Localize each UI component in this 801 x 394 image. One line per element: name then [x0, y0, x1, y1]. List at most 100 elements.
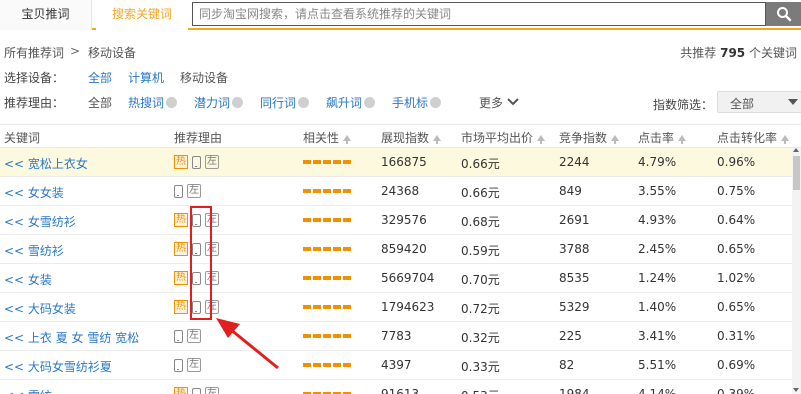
reason-option-peer[interactable]: 同行词: [260, 94, 310, 111]
help-icon[interactable]: [298, 97, 310, 108]
help-icon[interactable]: [430, 97, 442, 108]
reason-option-all[interactable]: 全部: [88, 94, 112, 111]
table-row[interactable]: << 大码女装热左 1794623 0.72元 5329 1.40% 0.65%: [0, 293, 792, 322]
avg-bid-value: 0.72元: [461, 302, 500, 316]
scrollbar[interactable]: [792, 148, 801, 394]
more-button[interactable]: 更多: [479, 94, 519, 111]
sort-up-icon: [781, 135, 790, 144]
reason-option-hot[interactable]: 热搜词: [128, 94, 178, 111]
left-badge: 左: [187, 329, 201, 343]
cvr-value: 1.02%: [717, 271, 756, 285]
breadcrumb-root[interactable]: 所有推荐词: [4, 44, 64, 61]
keyword-link[interactable]: << 大码女装: [4, 300, 76, 317]
table-row[interactable]: << 上衣 夏 女 雪纺 宽松 左 7783 0.32元 225 3.41% 0.31%: [0, 322, 792, 351]
search-button[interactable]: [766, 2, 801, 26]
keyword-link[interactable]: << 女女装: [4, 184, 64, 201]
relevance-bar: [303, 363, 352, 367]
cvr-value: 0.39%: [717, 387, 756, 394]
column-relevance[interactable]: 相关性: [303, 129, 352, 146]
table-row[interactable]: << 女装热左 5669704 0.70元 8535 1.24% 1.02%: [0, 264, 792, 293]
column-cvr[interactable]: 点击转化率: [717, 129, 790, 146]
table-body: << 宽松上衣女热左 166875 0.66元 2244 4.79% 0.96% << 女女…: [0, 148, 792, 394]
table-row[interactable]: << 雪纺热左916130.53元19844.14%0.39%: [0, 380, 792, 394]
total-number: 795: [720, 46, 746, 60]
ctr-value: 4.93%: [638, 213, 677, 227]
keyword-link[interactable]: << 大码女雪纺衫夏: [4, 358, 112, 375]
hot-badge: 热: [174, 387, 188, 394]
relevance-bar: [303, 247, 352, 251]
reason-tags: 左: [174, 357, 201, 373]
reason-option-potential-label: 潜力词: [194, 96, 231, 110]
search-input[interactable]: [193, 3, 765, 25]
impressions-value: 24368: [381, 184, 420, 198]
column-avg-bid[interactable]: 市场平均出价: [461, 129, 546, 146]
relevance-bar: [303, 276, 352, 280]
sort-up-icon: [611, 135, 620, 144]
keyword-link[interactable]: << 雪纺: [4, 387, 52, 394]
cvr-value: 0.31%: [717, 329, 756, 343]
column-cvr-label: 点击转化率: [717, 131, 778, 145]
reason-filter: 推荐理由： 全部 热搜词 潜力词 同行词 飙升词 手机标 更多 指数筛选： 全部: [4, 91, 801, 114]
keyword-link[interactable]: << 女雪纺衫: [4, 213, 76, 230]
cvr-value: 0.65%: [717, 242, 756, 256]
scrollbar-thumb[interactable]: [793, 156, 800, 190]
help-icon[interactable]: [232, 97, 244, 108]
column-ctr[interactable]: 点击率: [638, 129, 687, 146]
cvr-value: 0.75%: [717, 184, 756, 198]
avg-bid-value: 0.59元: [461, 244, 500, 258]
column-impressions[interactable]: 展现指数: [381, 129, 442, 146]
tab-item-recommend[interactable]: 宝贝推词: [0, 0, 92, 30]
ctr-value: 5.51%: [638, 358, 677, 372]
sort-up-icon: [343, 135, 352, 144]
avg-bid-value: 0.70元: [461, 273, 500, 287]
reason-option-mobile-tag-label: 手机标: [392, 96, 429, 110]
breadcrumb-current: 移动设备: [88, 46, 137, 60]
left-badge: 左: [205, 155, 219, 169]
reason-option-hot-label: 热搜词: [128, 96, 165, 110]
keyword-link[interactable]: << 女装: [4, 271, 52, 288]
search-box: [192, 2, 766, 26]
more-label: 更多: [479, 96, 504, 110]
hot-badge: 热: [174, 300, 188, 314]
reason-option-rising[interactable]: 飙升词: [326, 94, 376, 111]
device-option-all[interactable]: 全部: [88, 69, 112, 86]
cvr-value: 0.96%: [717, 155, 756, 169]
impressions-value: 91613: [381, 387, 420, 394]
table-header: 关键词 推荐理由 相关性 展现指数 市场平均出价 竞争指数 点击率 点击转化率: [0, 124, 801, 148]
index-filter-value: 全部: [730, 97, 755, 111]
ctr-value: 3.55%: [638, 184, 677, 198]
table-row[interactable]: << 女女装 左 24368 0.66元 849 3.55% 0.75%: [0, 177, 792, 206]
reason-option-potential[interactable]: 潜力词: [194, 94, 244, 111]
device-option-computer[interactable]: 计算机: [128, 69, 164, 86]
ctr-value: 1.40%: [638, 300, 677, 314]
left-badge: 左: [187, 184, 201, 198]
device-filter-label: 选择设备：: [4, 71, 65, 85]
index-filter-label: 指数筛选：: [653, 98, 714, 112]
column-competition[interactable]: 竞争指数: [559, 129, 620, 146]
keyword-link[interactable]: << 宽松上衣女: [4, 155, 88, 172]
impressions-value: 166875: [381, 155, 427, 169]
mobile-icon: [192, 155, 201, 169]
ctr-value: 4.14%: [638, 387, 677, 394]
table-row[interactable]: << 雪纺衫热左 859420 0.59元 3788 2.45% 0.65%: [0, 235, 792, 264]
device-option-mobile[interactable]: 移动设备: [180, 69, 228, 86]
hot-badge: 热: [174, 271, 188, 285]
keyword-link[interactable]: << 雪纺衫: [4, 242, 64, 259]
tab-search-keywords[interactable]: 搜索关键词: [96, 0, 188, 30]
sort-up-icon: [678, 135, 687, 144]
help-icon[interactable]: [166, 97, 178, 108]
impressions-value: 329576: [381, 213, 427, 227]
impressions-value: 1794623: [381, 300, 435, 314]
help-icon[interactable]: [364, 97, 376, 108]
table-row[interactable]: << 女雪纺衫热左 329576 0.68元 2691 4.93% 0.64%: [0, 206, 792, 235]
scroll-down-arrow-icon[interactable]: [793, 388, 799, 392]
scroll-up-arrow-icon[interactable]: [793, 148, 799, 152]
keyword-link[interactable]: << 上衣 夏 女 雪纺 宽松: [4, 329, 139, 346]
table-row[interactable]: << 大码女雪纺衫夏 左 4397 0.33元 82 5.51% 0.69%: [0, 351, 792, 380]
index-filter-select[interactable]: 全部: [717, 91, 801, 113]
ctr-value: 4.79%: [638, 155, 677, 169]
reason-option-mobile-tag[interactable]: 手机标: [392, 94, 442, 111]
column-impressions-label: 展现指数: [381, 131, 430, 145]
table-row[interactable]: << 宽松上衣女热左 166875 0.66元 2244 4.79% 0.96%: [0, 148, 792, 177]
column-relevance-label: 相关性: [303, 131, 340, 145]
